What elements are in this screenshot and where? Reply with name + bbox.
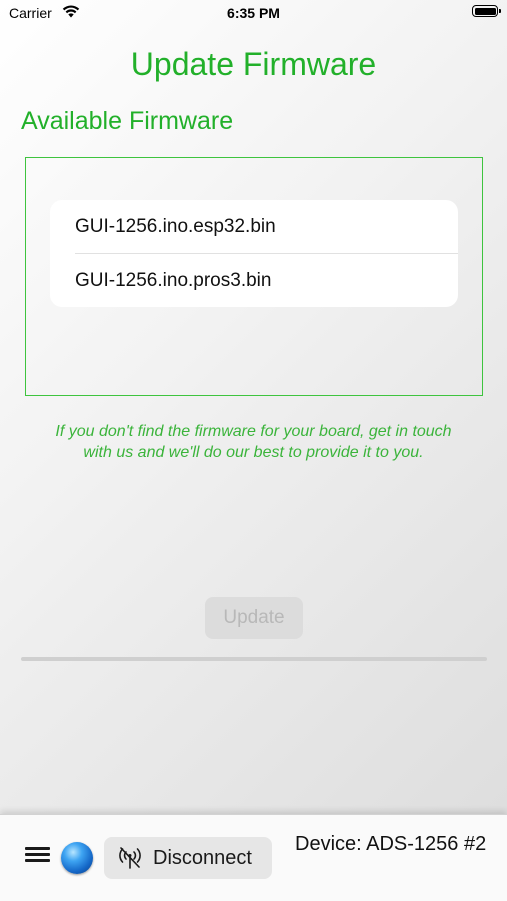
page-title: Update Firmware — [130, 46, 377, 82]
firmware-item-label: GUI-1256.ino.esp32.bin — [75, 216, 276, 237]
antenna-off-icon — [119, 847, 141, 869]
connection-status-indicator — [61, 842, 93, 874]
battery-icon — [472, 5, 501, 17]
firmware-list-frame: GUI-1256.ino.esp32.bin GUI-1256.ino.pros… — [25, 157, 483, 396]
update-progress-bar — [21, 657, 487, 661]
device-name-label: Device: ADS-1256 #2 — [295, 833, 487, 855]
available-firmware-heading: Available Firmware — [21, 107, 234, 135]
hamburger-menu-icon[interactable] — [25, 847, 50, 863]
firmware-item-pros3[interactable]: GUI-1256.ino.pros3.bin — [50, 254, 458, 307]
firmware-item-esp32[interactable]: GUI-1256.ino.esp32.bin — [50, 200, 458, 254]
disconnect-label: Disconnect — [153, 847, 252, 869]
clock: 6:35 PM — [227, 5, 280, 21]
update-button[interactable]: Update — [205, 597, 303, 639]
firmware-hint-text: If you don't find the firmware for your … — [55, 423, 452, 461]
disconnect-button[interactable]: Disconnect — [104, 837, 272, 879]
status-bar: Carrier 6:35 PM — [0, 0, 507, 26]
bottom-toolbar: Disconnect Device: ADS-1256 #2 — [0, 814, 507, 901]
firmware-list: GUI-1256.ino.esp32.bin GUI-1256.ino.pros… — [50, 200, 458, 307]
firmware-item-label: GUI-1256.ino.pros3.bin — [75, 270, 272, 291]
